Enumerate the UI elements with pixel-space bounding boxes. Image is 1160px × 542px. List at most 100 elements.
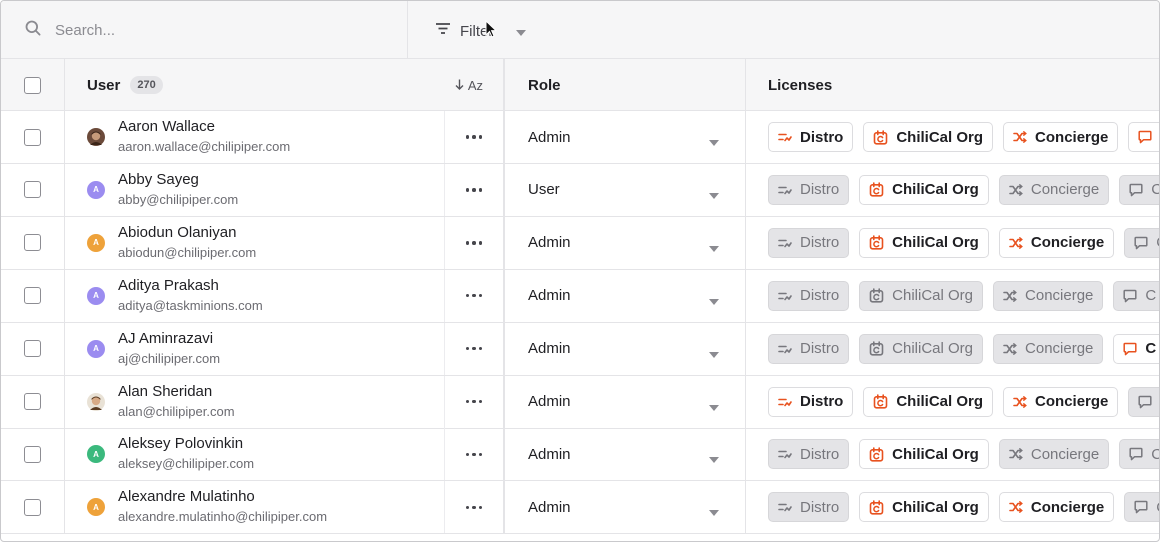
row-checkbox[interactable] <box>24 340 41 358</box>
distro-license-icon <box>778 448 792 460</box>
license-chip-concierge[interactable]: Concierge <box>998 174 1110 205</box>
license-chip-chilical[interactable]: ChiliCal Org <box>863 386 994 417</box>
caret-down-icon <box>709 345 719 362</box>
license-chip-distro[interactable]: Distro <box>768 386 854 417</box>
table-row[interactable]: A Aditya Prakash aditya@taskminions.com Adm… <box>1 269 1159 323</box>
user-cell[interactable]: Alan Sheridan alan@chilipiper.com <box>65 375 445 428</box>
more-options-icon[interactable] <box>465 346 483 351</box>
license-chip-chilical[interactable]: ChiliCal Org <box>859 492 989 523</box>
user-email: abby@chilipiper.com <box>118 191 239 207</box>
license-chip-distro[interactable]: Distro <box>768 439 850 470</box>
license-chip-concierge[interactable]: Concierge <box>998 439 1110 470</box>
license-label-chilical: ChiliCal Org <box>896 393 984 410</box>
license-chip-concierge[interactable]: Concierge <box>998 227 1115 258</box>
user-cell[interactable]: A Alexandre Mulatinho alexandre.mulatinho@… <box>65 481 445 534</box>
license-chip-distro[interactable]: Distro <box>768 280 850 311</box>
license-chip-concierge[interactable]: Concierge <box>1003 122 1119 152</box>
license-chip-distro[interactable]: Distro <box>768 174 850 205</box>
license-chip-chat[interactable]: C <box>1113 280 1159 311</box>
user-cell[interactable]: Aaron Wallace aaron.wallace@chilipiper.co… <box>65 111 445 163</box>
row-checkbox[interactable] <box>24 498 41 516</box>
more-options-icon[interactable] <box>465 241 483 245</box>
license-chip-concierge[interactable]: Concierge <box>998 492 1115 523</box>
license-chip-chat[interactable]: C <box>1119 174 1159 205</box>
role-select[interactable]: Admin <box>506 322 746 375</box>
license-chip-concierge[interactable]: Concierge <box>993 333 1104 364</box>
row-checkbox[interactable] <box>24 181 41 199</box>
row-checkbox[interactable] <box>24 128 41 146</box>
license-chip-chilical[interactable]: ChiliCal Org <box>863 122 994 152</box>
license-chip-concierge[interactable]: Concierge <box>1003 386 1119 417</box>
license-chip-chat[interactable]: C <box>1128 386 1159 417</box>
license-chip-chat[interactable]: C <box>1124 492 1159 523</box>
column-header-user[interactable]: User 270 Az <box>65 59 505 111</box>
user-cell[interactable]: A AJ Aminrazavi aj@chilipiper.com <box>65 322 445 375</box>
user-cell[interactable]: A Aditya Prakash aditya@taskminions.com <box>65 269 445 322</box>
user-cell[interactable]: A Aleksey Polovinkin aleksey@chilipiper.co… <box>65 428 445 481</box>
role-select[interactable]: Admin <box>506 481 746 534</box>
license-chip-distro[interactable]: Distro <box>768 122 854 152</box>
table-row[interactable]: A Alexandre Mulatinho alexandre.mulatinho@… <box>1 481 1159 535</box>
chat-license-icon <box>1138 130 1152 144</box>
user-cell[interactable]: A Abiodun Olaniyan abiodun@chilipiper.com <box>65 216 445 269</box>
license-chip-chilical[interactable]: ChiliCal Org <box>859 280 984 311</box>
user-name: Abiodun Olaniyan <box>118 223 237 241</box>
table-row[interactable]: A Abby Sayeg abby@chilipiper.com User Distro… <box>1 163 1159 217</box>
license-chip-concierge[interactable]: Concierge <box>993 280 1104 311</box>
role-select[interactable]: Admin <box>506 428 746 481</box>
more-options-icon[interactable] <box>465 505 483 510</box>
license-label-chilical: ChiliCal Org <box>892 445 979 463</box>
role-select[interactable]: Admin <box>506 375 746 428</box>
caret-down-icon <box>709 186 719 203</box>
filter-button[interactable]: Filter <box>435 19 527 43</box>
role-select[interactable]: Admin <box>506 111 746 163</box>
search-input[interactable] <box>55 21 355 39</box>
licenses-cell: Distro ChiliCal Org Concierge C <box>746 164 1159 216</box>
more-options-icon[interactable] <box>465 452 483 457</box>
search-box[interactable] <box>1 1 408 59</box>
license-chip-chat[interactable]: C <box>1119 439 1159 470</box>
license-chip-chilical[interactable]: ChiliCal Org <box>859 439 989 470</box>
license-label-truncated: C <box>1151 181 1159 198</box>
license-label-distro: Distro <box>800 498 840 516</box>
more-options-icon[interactable] <box>465 135 483 139</box>
role-value: User <box>528 181 560 199</box>
row-select-cell <box>1 216 65 269</box>
user-info: Aaron Wallace aaron.wallace@chilipiper.co… <box>118 118 290 156</box>
row-checkbox[interactable] <box>24 445 41 463</box>
column-header-role[interactable]: Role <box>506 59 746 111</box>
select-all-checkbox[interactable] <box>24 76 41 94</box>
license-chip-distro[interactable]: Distro <box>768 492 850 523</box>
license-chip-chat[interactable]: C <box>1113 333 1159 364</box>
row-checkbox[interactable] <box>24 287 41 305</box>
column-label-licenses: Licenses <box>768 76 833 94</box>
caret-down-icon <box>709 503 719 520</box>
user-email: abiodun@chilipiper.com <box>118 244 257 260</box>
chilical-license-icon <box>869 499 884 515</box>
license-chip-chilical[interactable]: ChiliCal Org <box>859 227 989 258</box>
role-select[interactable]: User <box>506 163 746 216</box>
license-chip-chat[interactable]: C <box>1124 227 1159 258</box>
more-options-icon[interactable] <box>465 188 483 192</box>
license-chip-chilical[interactable]: ChiliCal Org <box>859 174 989 205</box>
sort-az-button[interactable]: Az <box>455 78 483 93</box>
table-row[interactable]: Alan Sheridan alan@chilipiper.com Admin Dis… <box>1 375 1159 429</box>
license-chip-chat[interactable]: C <box>1128 122 1159 152</box>
table-row[interactable]: A Aleksey Polovinkin aleksey@chilipiper.co… <box>1 428 1159 482</box>
more-options-icon[interactable] <box>465 293 483 298</box>
table-row[interactable]: Aaron Wallace aaron.wallace@chilipiper.co… <box>1 111 1159 164</box>
table-row[interactable]: A AJ Aminrazavi aj@chilipiper.com Admin Dist… <box>1 322 1159 376</box>
role-select[interactable]: Admin <box>506 216 746 269</box>
chat-license-icon <box>1134 500 1148 514</box>
column-header-licenses[interactable]: Licenses <box>746 59 1159 111</box>
license-chip-distro[interactable]: Distro <box>768 333 850 364</box>
row-checkbox[interactable] <box>24 234 41 252</box>
table-row[interactable]: A Abiodun Olaniyan abiodun@chilipiper.com A… <box>1 216 1159 270</box>
row-checkbox[interactable] <box>24 393 41 410</box>
license-chip-distro[interactable]: Distro <box>768 227 850 258</box>
search-icon <box>25 20 41 41</box>
more-options-icon[interactable] <box>465 399 483 404</box>
role-select[interactable]: Admin <box>506 269 746 322</box>
license-chip-chilical[interactable]: ChiliCal Org <box>859 333 984 364</box>
user-cell[interactable]: A Abby Sayeg abby@chilipiper.com <box>65 163 445 216</box>
